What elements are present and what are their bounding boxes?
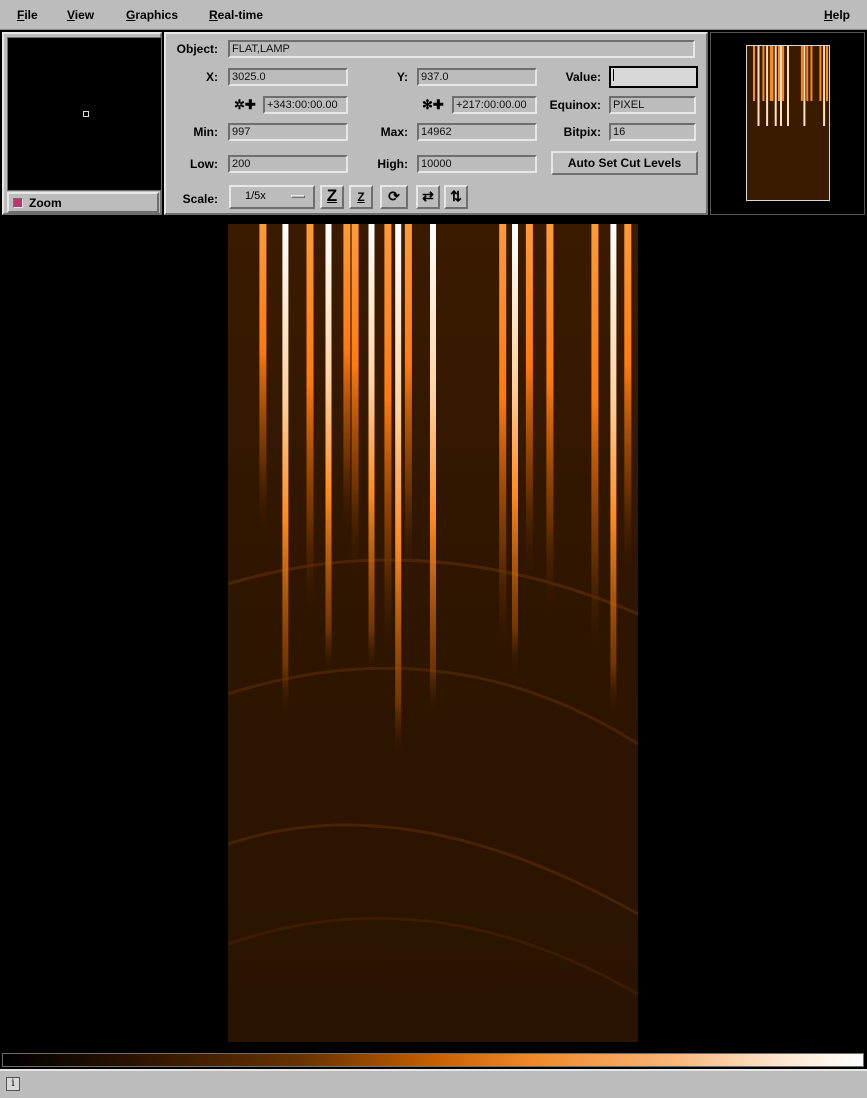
- thumbnail-line: [800, 46, 803, 101]
- spectral-line: [610, 224, 617, 715]
- y-field[interactable]: 937.0: [417, 68, 537, 86]
- option-menu-indicator: [291, 195, 305, 198]
- value-field[interactable]: [609, 66, 698, 88]
- fits-image[interactable]: [228, 224, 638, 1042]
- spectral-line: [306, 224, 314, 617]
- thumbnail-line: [782, 46, 785, 101]
- text-caret: [613, 69, 614, 81]
- spectral-line: [395, 224, 402, 756]
- menu-view[interactable]: View: [67, 8, 94, 22]
- spectral-line: [546, 224, 554, 617]
- object-field[interactable]: FLAT,LAMP: [228, 40, 695, 58]
- spectral-line: [259, 224, 267, 535]
- high-field[interactable]: 10000: [417, 155, 537, 173]
- thumbnail-line: [757, 46, 760, 126]
- colorbar[interactable]: [2, 1053, 864, 1067]
- thumbnail-line: [823, 46, 826, 126]
- spectral-line: [282, 224, 289, 715]
- menu-bar: File View Graphics Real-time Help: [0, 0, 867, 30]
- menu-help[interactable]: Help: [824, 8, 850, 22]
- zoom-panel: Zoom: [2, 32, 162, 215]
- zoom-toggle-button[interactable]: Zoom: [7, 192, 159, 213]
- equinox-label: Equinox:: [549, 98, 601, 112]
- pan-panel: [710, 32, 865, 215]
- dec-field[interactable]: +217:00:00.00: [452, 96, 537, 114]
- zoom-in-button[interactable]: Z: [320, 185, 344, 209]
- spectral-line: [591, 224, 599, 658]
- ra-icon: ✲✚: [234, 97, 256, 112]
- menu-file[interactable]: File: [17, 8, 38, 22]
- zoom-marker: [83, 111, 89, 117]
- scale-value: 1/5x: [245, 190, 266, 202]
- spectral-line: [343, 224, 351, 535]
- spectral-line: [430, 224, 436, 715]
- x-field[interactable]: 3025.0: [228, 68, 348, 86]
- bitpix-label: Bitpix:: [563, 125, 601, 139]
- thumbnail-line: [762, 46, 765, 101]
- spectral-line: [325, 224, 332, 674]
- flip-y-icon: ⇅: [450, 188, 462, 204]
- min-label: Min:: [193, 125, 218, 139]
- menu-graphics[interactable]: Graphics: [126, 8, 178, 22]
- thumbnail-line: [810, 46, 813, 101]
- pan-window[interactable]: [746, 45, 830, 201]
- image-info-panel: Object: FLAT,LAMP X: 3025.0 Y: 937.0 Val…: [164, 32, 708, 215]
- flip-x-button[interactable]: ⇄: [416, 185, 440, 209]
- x-label: X:: [206, 70, 218, 84]
- spectral-line: [368, 224, 375, 674]
- zoom-indicator: [13, 198, 23, 208]
- max-label: Max:: [380, 125, 408, 139]
- control-area: Zoom Object: FLAT,LAMP X: 3025.0 Y: 937.…: [0, 30, 867, 216]
- spectral-line: [351, 224, 359, 576]
- spectral-line: [624, 224, 632, 576]
- thumbnail-line: [771, 46, 774, 101]
- dec-icon: ✻✚: [422, 97, 444, 112]
- y-label: Y:: [396, 70, 408, 84]
- high-label: High:: [377, 157, 408, 171]
- equinox-field[interactable]: PIXEL: [609, 96, 696, 114]
- zoom-label: Zoom: [29, 196, 62, 210]
- spectral-line: [512, 224, 518, 674]
- zoom-in-icon: Z: [326, 186, 338, 205]
- min-field[interactable]: 997: [228, 123, 348, 141]
- thumbnail-line: [778, 46, 780, 101]
- auto-set-cut-levels-button[interactable]: Auto Set Cut Levels: [551, 151, 698, 175]
- image-display[interactable]: [0, 216, 867, 1050]
- flip-x-icon: ⇄: [422, 188, 434, 204]
- object-label: Object:: [176, 42, 218, 56]
- spectral-line: [499, 224, 507, 658]
- low-field[interactable]: 200: [228, 155, 348, 173]
- thumbnail-line: [774, 46, 777, 126]
- spectral-line: [404, 224, 412, 576]
- pan-thumbnail: [747, 46, 829, 200]
- bitpix-field[interactable]: 16: [609, 123, 696, 141]
- spectral-line: [525, 224, 533, 576]
- info-icon[interactable]: i: [6, 1077, 20, 1091]
- spectral-line: [384, 224, 392, 658]
- status-bar: i: [0, 1069, 867, 1098]
- thumbnail-line: [819, 46, 822, 101]
- scale-select[interactable]: 1/5x: [229, 185, 315, 209]
- scale-label: Scale:: [182, 192, 218, 206]
- thumbnail-line: [780, 46, 782, 126]
- rotate-button[interactable]: ⟳: [380, 185, 408, 209]
- thumbnail-line: [766, 46, 769, 126]
- max-field[interactable]: 14962: [417, 123, 537, 141]
- ra-field[interactable]: +343:00:00.00: [263, 96, 348, 114]
- thumbnail-line: [803, 46, 806, 126]
- zoom-out-button[interactable]: Z: [349, 185, 373, 209]
- flip-y-button[interactable]: ⇅: [444, 185, 468, 209]
- thumbnail-line: [806, 46, 809, 101]
- value-label: Value:: [565, 70, 601, 84]
- zoom-window[interactable]: [7, 37, 162, 191]
- menu-real-time[interactable]: Real-time: [209, 8, 263, 22]
- thumbnail-line: [826, 46, 828, 101]
- thumbnail-line: [787, 46, 789, 126]
- rotate-icon: ⟳: [388, 188, 400, 204]
- zoom-out-icon: Z: [357, 190, 365, 204]
- low-label: Low:: [190, 157, 218, 171]
- thumbnail-line: [753, 46, 755, 101]
